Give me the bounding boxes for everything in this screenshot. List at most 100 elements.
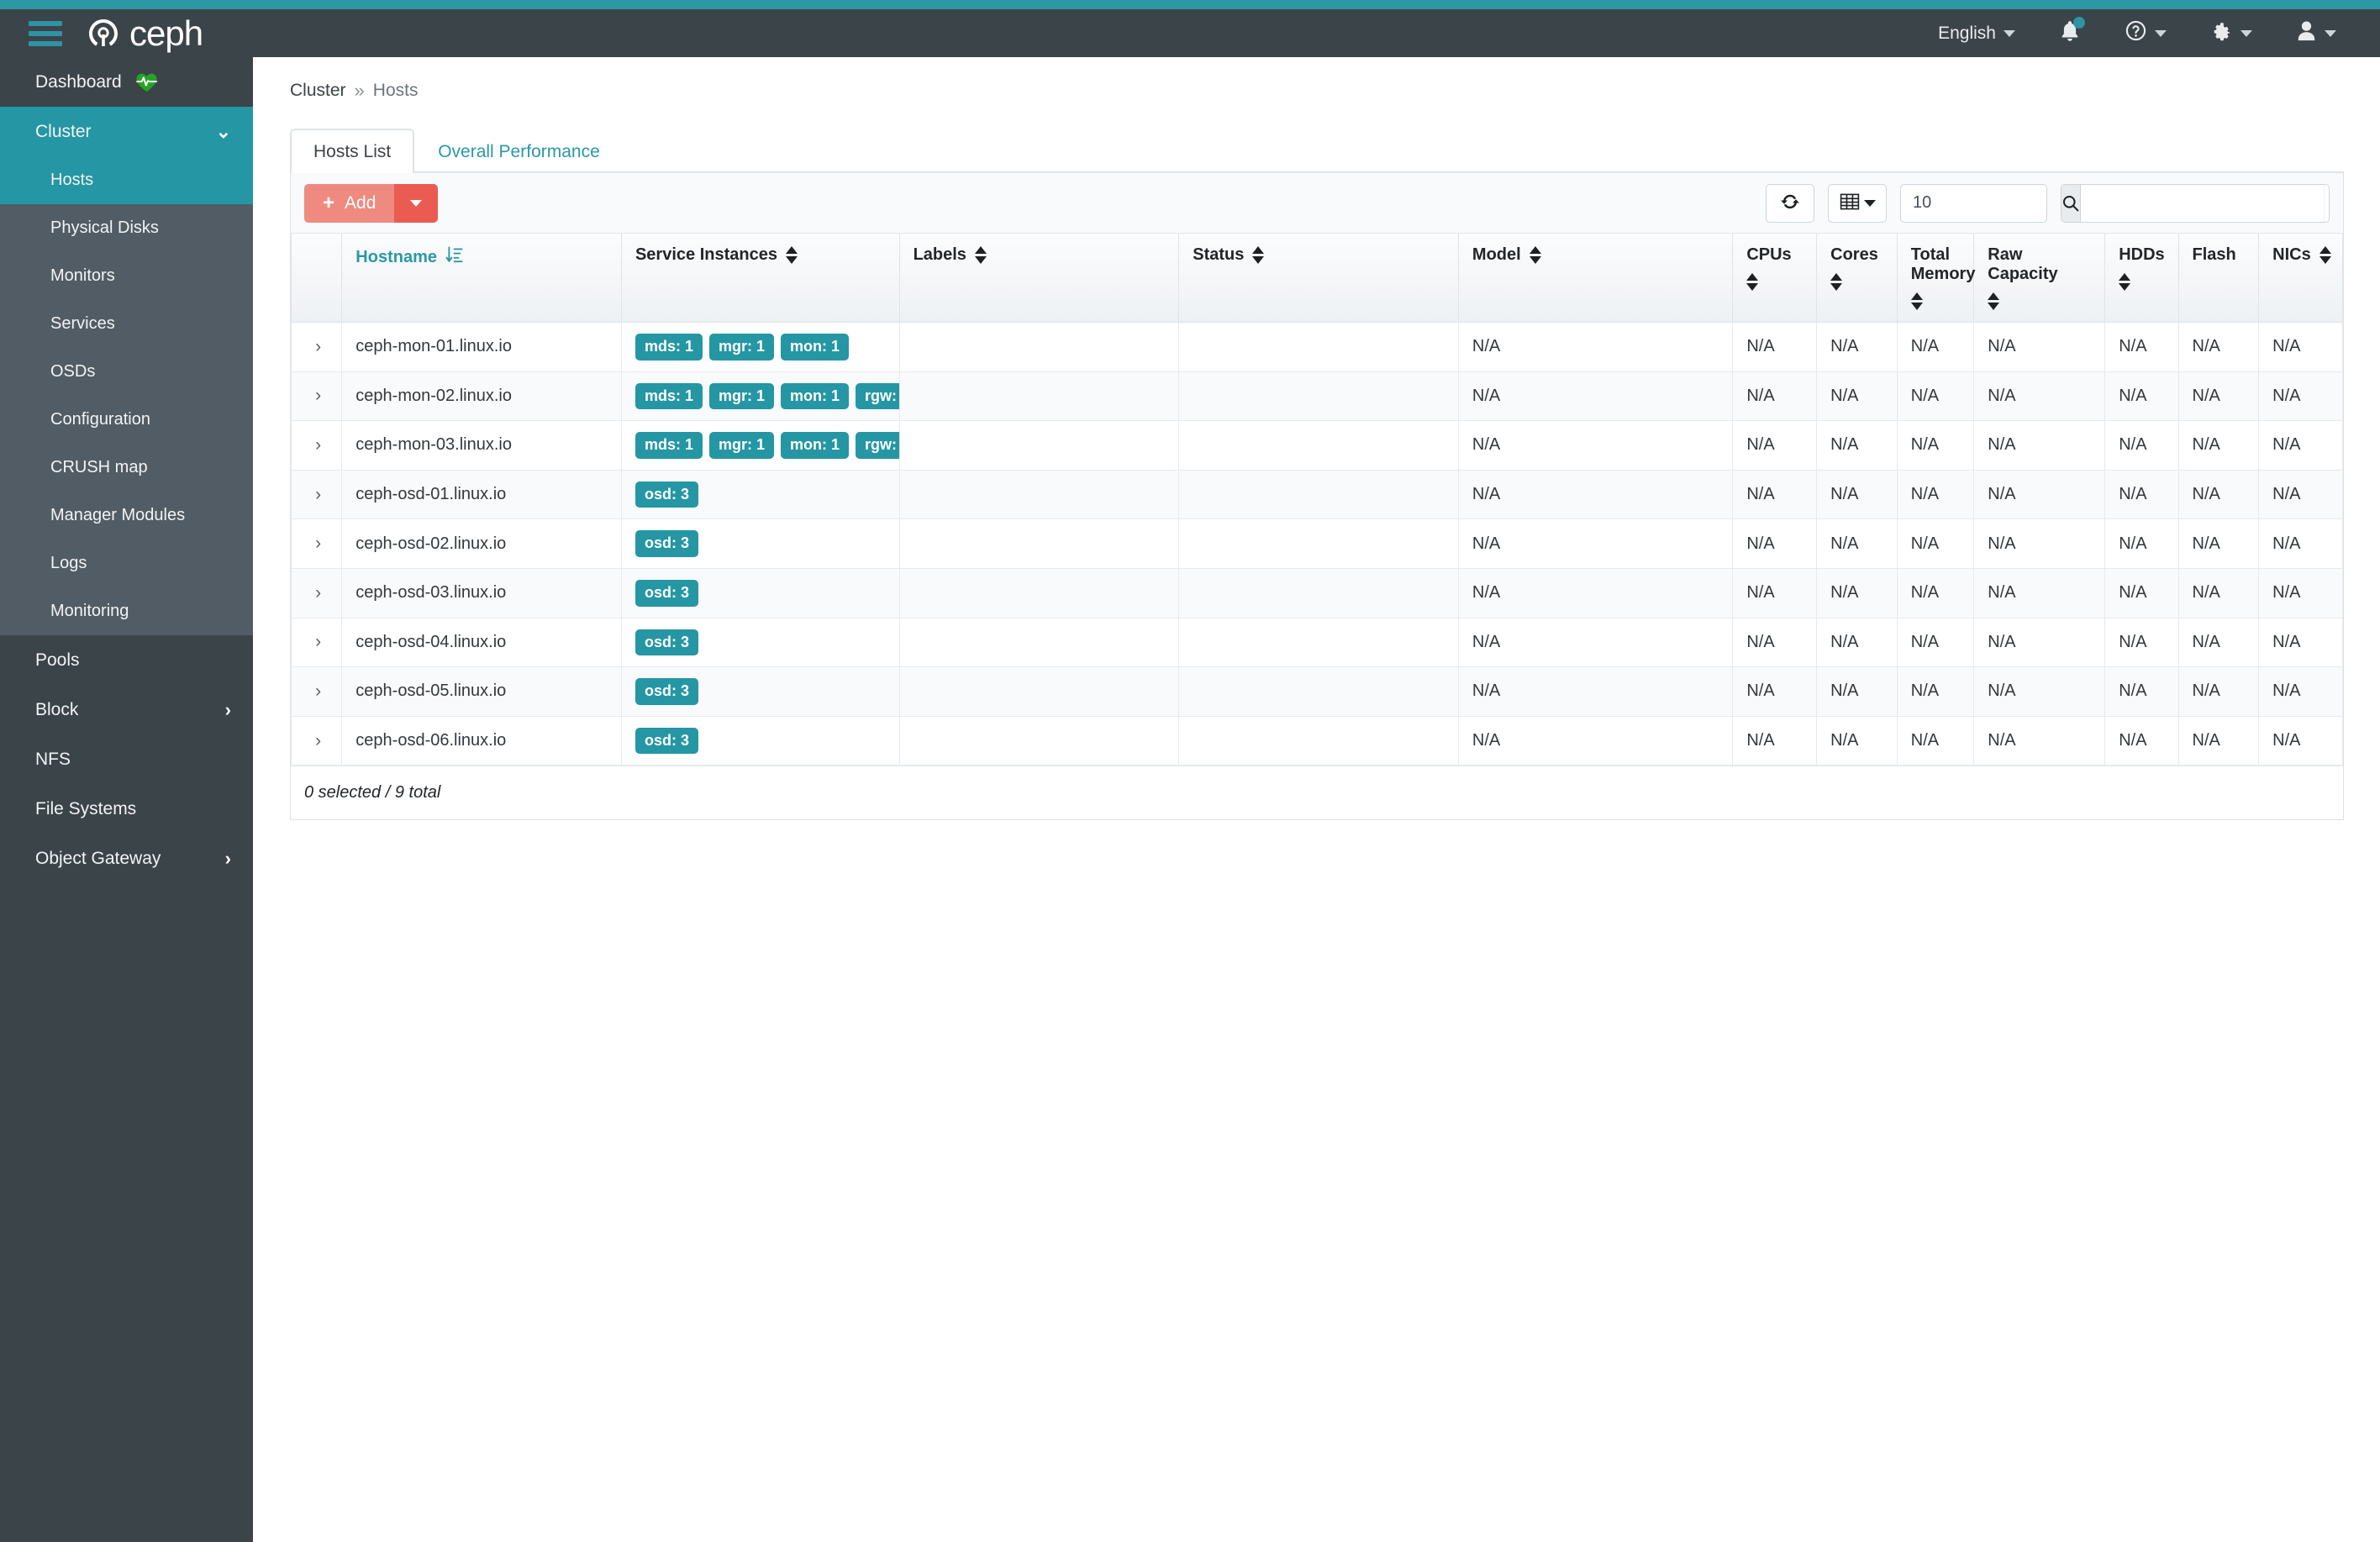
table-row[interactable]: ›ceph-osd-06.linux.ioosd: 3N/AN/AN/AN/AN…	[292, 716, 2343, 766]
sidebar-item-block[interactable]: Block ›	[0, 685, 253, 734]
column-header-cores[interactable]: Cores	[1817, 234, 1898, 323]
column-header-status[interactable]: Status	[1179, 234, 1459, 323]
sort-alpha-asc-icon	[445, 245, 464, 269]
refresh-button[interactable]	[1766, 184, 1814, 223]
chevron-right-icon[interactable]: ›	[315, 682, 321, 701]
table-row[interactable]: ›ceph-mon-01.linux.iomds: 1mgr: 1mon: 1N…	[292, 323, 2343, 372]
sidebar-item-file-systems[interactable]: File Systems	[0, 784, 253, 834]
row-expand-cell[interactable]: ›	[292, 568, 342, 618]
cell-hostname: ceph-osd-01.linux.io	[342, 470, 622, 519]
chevron-right-icon[interactable]: ›	[315, 632, 321, 651]
sidebar-item-hosts[interactable]: Hosts	[0, 156, 253, 204]
tab-hosts-list[interactable]: Hosts List	[290, 129, 414, 173]
chevron-right-icon[interactable]: ›	[315, 386, 321, 405]
column-header-hostname[interactable]: Hostname	[342, 234, 622, 323]
help-menu[interactable]	[2103, 9, 2188, 57]
table-row[interactable]: ›ceph-osd-02.linux.ioosd: 3N/AN/AN/AN/AN…	[292, 519, 2343, 569]
add-dropdown-button[interactable]	[394, 184, 438, 223]
cell-hostname: ceph-osd-05.linux.io	[342, 667, 622, 717]
table-row[interactable]: ›ceph-osd-03.linux.ioosd: 3N/AN/AN/AN/AN…	[292, 568, 2343, 618]
search-input[interactable]	[2081, 185, 2324, 222]
cell-service-instances: osd: 3	[621, 618, 899, 667]
sidebar-item-manager-modules[interactable]: Manager Modules	[0, 492, 253, 539]
chevron-right-icon[interactable]: ›	[315, 435, 321, 455]
bell-icon	[2059, 19, 2081, 48]
sidebar-item-pools[interactable]: Pools	[0, 635, 253, 685]
sidebar-item-crush-map[interactable]: CRUSH map	[0, 444, 253, 492]
table-row[interactable]: ›ceph-osd-04.linux.ioosd: 3N/AN/AN/AN/AN…	[292, 618, 2343, 667]
column-header-raw-capacity[interactable]: Raw Capacity	[1974, 234, 2105, 323]
cell-cores: N/A	[1817, 371, 1898, 421]
column-header-total-memory[interactable]: Total Memory	[1897, 234, 1973, 323]
column-header-model[interactable]: Model	[1458, 234, 1732, 323]
cell-total-memory: N/A	[1897, 323, 1973, 372]
column-header-service-instances[interactable]: Service Instances	[621, 234, 899, 323]
column-header-expand	[292, 234, 342, 323]
table-row[interactable]: ›ceph-osd-01.linux.ioosd: 3N/AN/AN/AN/AN…	[292, 470, 2343, 519]
user-menu[interactable]	[2274, 9, 2358, 57]
sidebar-item-dashboard[interactable]: Dashboard	[0, 57, 253, 107]
service-instance-badge: mds: 1	[635, 334, 703, 361]
cell-flash: N/A	[2178, 323, 2259, 372]
tab-label: Overall Performance	[438, 142, 600, 161]
cell-labels	[899, 716, 1179, 766]
clear-search-button[interactable]: ✖	[2324, 185, 2330, 222]
hamburger-menu-icon[interactable]	[29, 21, 62, 46]
cell-model: N/A	[1458, 371, 1732, 421]
sidebar-item-osds[interactable]: OSDs	[0, 348, 253, 396]
row-expand-cell[interactable]: ›	[292, 716, 342, 766]
row-expand-cell[interactable]: ›	[292, 470, 342, 519]
toolbar-right-controls: ✖	[1766, 184, 2330, 223]
chevron-right-icon[interactable]: ›	[315, 583, 321, 603]
row-expand-cell[interactable]: ›	[292, 667, 342, 717]
table-row[interactable]: ›ceph-mon-03.linux.iomds: 1mgr: 1mon: 1r…	[292, 421, 2343, 471]
column-header-flash[interactable]: Flash	[2178, 234, 2259, 323]
cell-status	[1179, 519, 1459, 569]
cell-service-instances: osd: 3	[621, 568, 899, 618]
sidebar-item-cluster[interactable]: Cluster ⌄	[0, 107, 253, 156]
row-expand-cell[interactable]: ›	[292, 421, 342, 471]
table-row[interactable]: ›ceph-osd-05.linux.ioosd: 3N/AN/AN/AN/AN…	[292, 667, 2343, 717]
sidebar-item-monitoring[interactable]: Monitoring	[0, 587, 253, 635]
service-instance-badge: mgr: 1	[709, 334, 774, 361]
column-label: Hostname	[355, 248, 437, 267]
ceph-logo-icon	[86, 16, 121, 51]
chevron-right-icon[interactable]: ›	[315, 485, 321, 504]
row-expand-cell[interactable]: ›	[292, 618, 342, 667]
sidebar-item-services[interactable]: Services	[0, 300, 253, 348]
column-header-hdds[interactable]: HDDs	[2105, 234, 2178, 323]
chevron-right-icon[interactable]: ›	[315, 534, 321, 553]
row-expand-cell[interactable]: ›	[292, 323, 342, 372]
language-selector[interactable]: English	[1916, 9, 2037, 57]
refresh-icon	[1780, 192, 1800, 214]
column-header-cpus[interactable]: CPUs	[1733, 234, 1817, 323]
settings-menu[interactable]	[2188, 9, 2274, 57]
sidebar-item-monitors[interactable]: Monitors	[0, 252, 253, 300]
tab-overall-performance[interactable]: Overall Performance	[414, 129, 624, 173]
row-expand-cell[interactable]: ›	[292, 371, 342, 421]
sidebar-item-object-gateway[interactable]: Object Gateway ›	[0, 834, 253, 883]
cell-raw-capacity: N/A	[1974, 618, 2105, 667]
sidebar-item-physical-disks[interactable]: Physical Disks	[0, 204, 253, 252]
table-row[interactable]: ›ceph-mon-02.linux.iomds: 1mgr: 1mon: 1r…	[292, 371, 2343, 421]
column-header-nics[interactable]: NICs	[2259, 234, 2343, 323]
chevron-right-icon[interactable]: ›	[315, 731, 321, 750]
sidebar-item-configuration[interactable]: Configuration	[0, 396, 253, 444]
sidebar-item-nfs[interactable]: NFS	[0, 734, 253, 784]
chevron-right-icon[interactable]: ›	[315, 337, 321, 356]
add-button[interactable]: + Add	[304, 184, 394, 223]
top-accent-strip	[0, 0, 2380, 9]
cell-service-instances: mds: 1mgr: 1mon: 1rgw: 1	[621, 371, 899, 421]
page-limit-input[interactable]	[1900, 184, 2047, 223]
brand-logo-area[interactable]: ceph	[86, 16, 203, 51]
sidebar-item-logs[interactable]: Logs	[0, 539, 253, 587]
cell-labels	[899, 421, 1179, 471]
breadcrumb-parent[interactable]: Cluster	[290, 81, 346, 101]
cell-cpus: N/A	[1733, 371, 1817, 421]
column-selector-button[interactable]	[1828, 184, 1887, 223]
column-header-labels[interactable]: Labels	[899, 234, 1179, 323]
cell-hdds: N/A	[2105, 323, 2178, 372]
tab-label: Hosts List	[313, 142, 391, 161]
notifications-button[interactable]	[2037, 9, 2103, 57]
row-expand-cell[interactable]: ›	[292, 519, 342, 569]
